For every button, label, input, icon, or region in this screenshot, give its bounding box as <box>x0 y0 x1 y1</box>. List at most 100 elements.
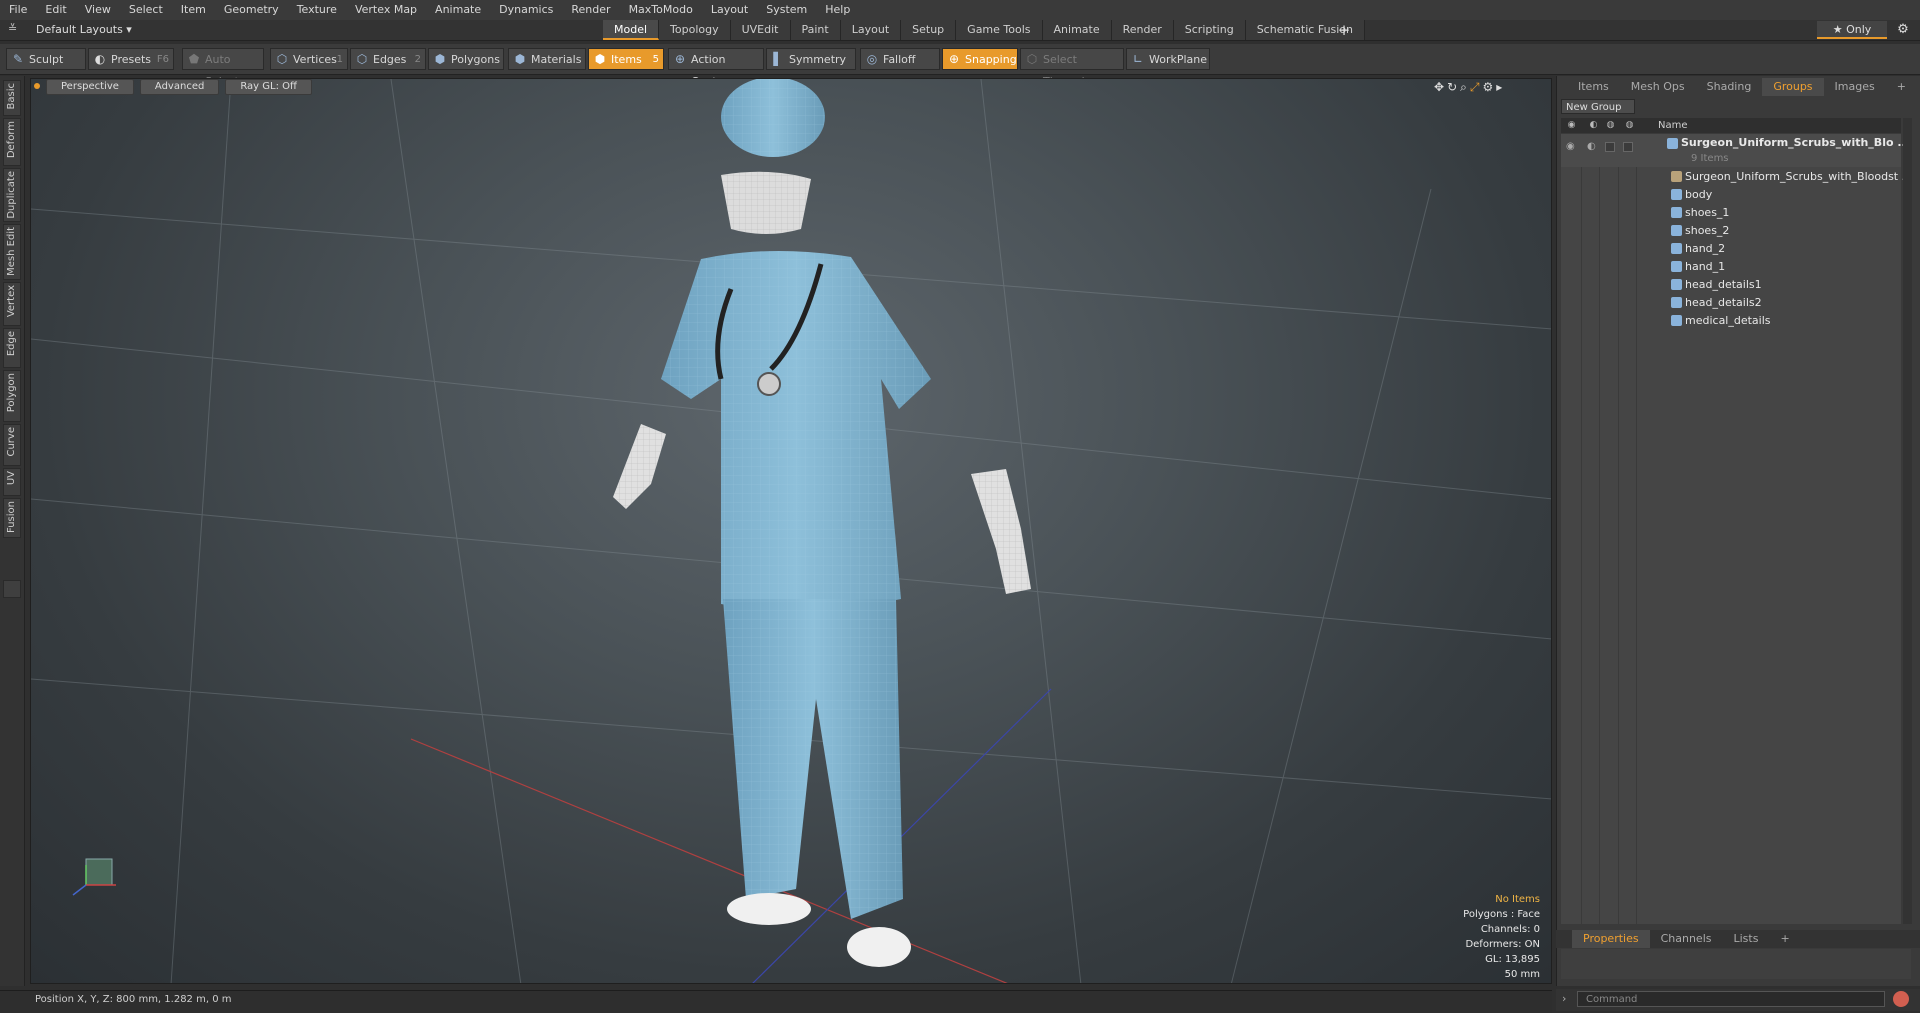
select-icon[interactable]: ◍ <box>1624 120 1635 131</box>
list-item[interactable]: body <box>1561 186 1901 204</box>
zoom-icon[interactable]: ⌕ <box>1460 80 1467 96</box>
vtab-fusion[interactable]: Fusion <box>3 498 21 538</box>
rtab-mesh-ops[interactable]: Mesh Ops <box>1620 78 1696 96</box>
layout-menu-icon[interactable]: ≚ <box>8 22 17 35</box>
rotate-icon[interactable]: ↻ <box>1447 80 1457 96</box>
tab-channels[interactable]: Channels <box>1650 930 1723 948</box>
advanced-dropdown[interactable]: Advanced <box>139 79 220 95</box>
polygons-button[interactable]: ⬢ Polygons <box>428 48 504 70</box>
list-item[interactable]: medical_details <box>1561 312 1901 330</box>
materials-button[interactable]: ⬢ Materials <box>508 48 586 70</box>
tab-add-prop[interactable]: + <box>1769 930 1800 948</box>
render-icon[interactable]: ◐ <box>1588 120 1599 131</box>
menu-dynamics[interactable]: Dynamics <box>490 0 562 20</box>
rtab-images[interactable]: Images <box>1824 78 1886 96</box>
list-item[interactable]: head_details2 <box>1561 294 1901 312</box>
list-item[interactable]: hand_1 <box>1561 258 1901 276</box>
gear-icon[interactable]: ⚙ <box>1892 21 1914 39</box>
raygl-toggle[interactable]: Ray GL: Off <box>225 79 312 95</box>
snapping-icon: ⊕ <box>948 52 960 66</box>
menu-select[interactable]: Select <box>120 0 172 20</box>
3d-viewport[interactable] <box>30 78 1552 984</box>
only-toggle[interactable]: ★ Only <box>1817 21 1887 39</box>
tab-game-tools[interactable]: Game Tools <box>956 20 1043 40</box>
vtab-edge[interactable]: Edge <box>3 328 21 368</box>
select-through-button[interactable]: ⬡Select Through <box>1020 48 1124 88</box>
menu-system[interactable]: System <box>757 0 816 20</box>
falloff-button[interactable]: ◎ Falloff <box>860 48 940 70</box>
vtab-expand[interactable] <box>3 580 21 598</box>
tab-topology[interactable]: Topology <box>659 20 731 40</box>
tab-uvedit[interactable]: UVEdit <box>730 20 791 40</box>
command-record-icon[interactable] <box>1893 991 1909 1007</box>
menu-texture[interactable]: Texture <box>288 0 346 20</box>
vtab-uv[interactable]: UV <box>3 468 21 496</box>
sculpt-button[interactable]: ✎ Sculpt <box>6 48 86 70</box>
rtab-groups[interactable]: Groups <box>1762 78 1824 96</box>
presets-button[interactable]: ◐ Presets F6 <box>88 48 174 70</box>
render-toggle-icon[interactable]: ◐ <box>1587 138 1596 156</box>
name-column-header[interactable]: Name <box>1658 118 1688 133</box>
menu-animate[interactable]: Animate <box>426 0 490 20</box>
symmetry-button[interactable]: ▌ Symmetry <box>766 48 856 70</box>
tab-lists[interactable]: Lists <box>1723 930 1770 948</box>
list-item[interactable]: shoes_2 <box>1561 222 1901 240</box>
fit-icon[interactable]: ⤢ <box>1470 80 1480 96</box>
vertices-button[interactable]: ⬡ Vertices 1 <box>270 48 348 70</box>
vtab-basic[interactable]: Basic <box>3 80 21 116</box>
viewport-gear-icon[interactable]: ⚙ <box>1482 80 1493 96</box>
new-group-button[interactable]: New Group <box>1561 99 1635 114</box>
menu-view[interactable]: View <box>76 0 120 20</box>
edges-button[interactable]: ⬡ Edges 2 <box>350 48 426 70</box>
vtab-polygon[interactable]: Polygon <box>3 370 21 422</box>
tab-layout[interactable]: Layout <box>840 20 902 40</box>
visibility-icon[interactable]: ◉ <box>1566 120 1577 131</box>
menu-help[interactable]: Help <box>816 0 859 20</box>
tab-paint[interactable]: Paint <box>790 20 841 40</box>
pan-icon[interactable]: ✥ <box>1434 80 1444 96</box>
tab-model[interactable]: Model <box>603 20 660 40</box>
action-center-button[interactable]: ⊕Action Center <box>668 48 764 88</box>
tab-scripting[interactable]: Scripting <box>1173 20 1246 40</box>
group-row[interactable]: ◉ ◐ Surgeon_Uniform_Scrubs_with_Blo ... … <box>1561 134 1910 167</box>
viewport-arrow-icon[interactable]: ▸ <box>1496 80 1502 96</box>
auto-select-button[interactable]: ⬟Auto Select <box>182 48 264 88</box>
list-item[interactable]: Surgeon_Uniform_Scrubs_with_Bloodst ... <box>1561 168 1912 186</box>
menu-item[interactable]: Item <box>172 0 215 20</box>
menu-edit[interactable]: Edit <box>36 0 75 20</box>
tab-setup[interactable]: Setup <box>901 20 957 40</box>
menu-vertex-map[interactable]: Vertex Map <box>346 0 426 20</box>
add-tab-button[interactable]: + <box>1334 20 1354 40</box>
list-item[interactable]: hand_2 <box>1561 240 1901 258</box>
tab-properties[interactable]: Properties <box>1572 930 1650 948</box>
select-checkbox[interactable] <box>1623 142 1633 152</box>
vtab-deform[interactable]: Deform <box>3 118 21 166</box>
viewport-menu-icon[interactable] <box>34 83 40 89</box>
vtab-duplicate[interactable]: Duplicate <box>3 168 21 222</box>
menu-file[interactable]: File <box>0 0 36 20</box>
list-item[interactable]: head_details1 <box>1561 276 1901 294</box>
layout-select[interactable]: Default Layouts ▾ <box>28 22 140 38</box>
vtab-vertex[interactable]: Vertex <box>3 282 21 326</box>
menu-maxtomodo[interactable]: MaxToModo <box>620 0 702 20</box>
vtab-mesh-edit[interactable]: Mesh Edit <box>3 224 21 280</box>
list-item[interactable]: shoes_1 <box>1561 204 1901 222</box>
groups-scrollbar[interactable] <box>1903 118 1912 924</box>
snapping-button[interactable]: ⊕ Snapping <box>942 48 1018 70</box>
menu-geometry[interactable]: Geometry <box>215 0 288 20</box>
rtab-shading[interactable]: Shading <box>1696 78 1763 96</box>
command-input[interactable]: Command <box>1577 991 1885 1007</box>
menu-render[interactable]: Render <box>562 0 619 20</box>
eye-icon[interactable]: ◉ <box>1566 138 1575 156</box>
perspective-dropdown[interactable]: Perspective <box>46 79 134 95</box>
tab-animate[interactable]: Animate <box>1042 20 1112 40</box>
rtab-items[interactable]: Items <box>1556 78 1620 96</box>
vtab-curve[interactable]: Curve <box>3 424 21 466</box>
menu-layout[interactable]: Layout <box>702 0 757 20</box>
rtab-add[interactable]: + <box>1886 78 1917 96</box>
lock-checkbox[interactable] <box>1605 142 1615 152</box>
lock-icon[interactable]: ◍ <box>1605 120 1616 131</box>
items-button[interactable]: ⬢ Items 5 <box>588 48 664 70</box>
workplane-button[interactable]: ∟ WorkPlane <box>1126 48 1210 70</box>
tab-render[interactable]: Render <box>1111 20 1174 40</box>
